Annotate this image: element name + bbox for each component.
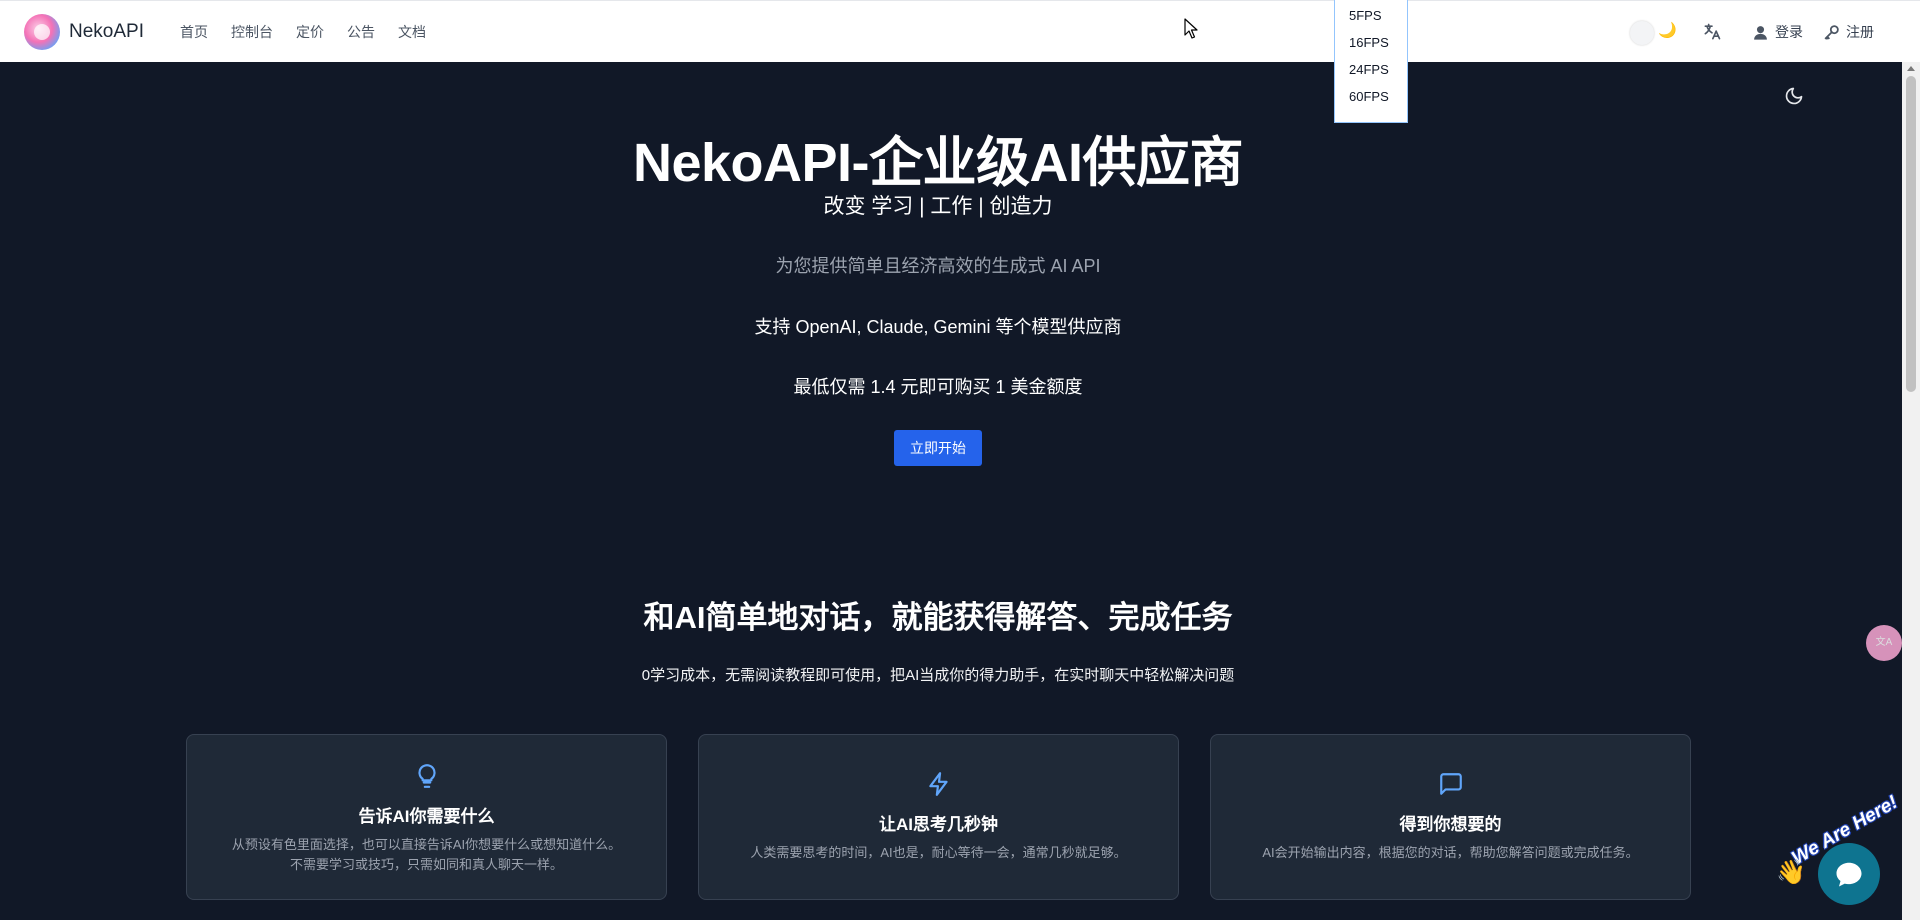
fps-option-16[interactable]: 16FPS bbox=[1335, 33, 1407, 60]
card-title: 得到你想要的 bbox=[1399, 815, 1502, 834]
lightning-icon bbox=[928, 772, 948, 796]
nav-link-docs[interactable]: 文档 bbox=[398, 22, 426, 42]
card-description-line: 不需要学习或技巧，只需如同和真人聊天一样。 bbox=[289, 857, 563, 872]
hero-title: NekoAPI-企业级AI供应商 bbox=[632, 133, 1244, 193]
nav-right: 🌙 登录 注册 bbox=[1630, 1, 1874, 63]
feature-card-think: 让AI思考几秒钟 人类需要思考的时间，AI也是，耐心等待一会，通常几秒就足够。 bbox=[698, 734, 1179, 900]
chat-icon bbox=[1836, 862, 1862, 887]
key-icon bbox=[1824, 24, 1839, 40]
moon-icon: 🌙 bbox=[1658, 22, 1677, 39]
login-button[interactable]: 登录 bbox=[1752, 22, 1803, 42]
nav-link-home[interactable]: 首页 bbox=[180, 22, 208, 42]
moon-theme-icon[interactable] bbox=[1784, 86, 1804, 106]
dark-mode-toggle[interactable]: 🌙 bbox=[1630, 21, 1677, 45]
hero-description: 为您提供简单且经济高效的生成式 AI API bbox=[775, 256, 1101, 276]
card-description: AI会开始输出内容，根据您的对话，帮助您解答问题或完成任务。 bbox=[1262, 845, 1639, 860]
card-title: 让AI思考几秒钟 bbox=[879, 815, 998, 834]
chat-bubble-icon bbox=[1439, 773, 1462, 795]
login-label: 登录 bbox=[1775, 24, 1803, 40]
hero-providers-text: 支持 OpenAI, Claude, Gemini 等个模型供应商 bbox=[754, 317, 1122, 337]
top-navbar: NekoAPI 首页 控制台 定价 公告 文档 🌙 登录 注册 bbox=[0, 0, 1920, 62]
page-scrollbar[interactable] bbox=[1902, 62, 1920, 920]
fps-option-60[interactable]: 60FPS bbox=[1335, 87, 1407, 114]
nav-link-announcements[interactable]: 公告 bbox=[347, 22, 375, 42]
feature-card-tell-ai: 告诉AI你需要什么 从预设有色里面选择，也可以直接告诉AI你想要什么或想知道什么… bbox=[186, 734, 667, 900]
register-label: 注册 bbox=[1846, 24, 1874, 40]
lightbulb-icon bbox=[417, 764, 436, 788]
card-description: 人类需要思考的时间，AI也是，耐心等待一会，通常几秒就足够。 bbox=[750, 845, 1127, 860]
section-title: 和AI简单地对话，就能获得解答、完成任务 bbox=[643, 600, 1233, 635]
fps-dropdown-menu: 5FPS 16FPS 24FPS 60FPS bbox=[1334, 0, 1408, 123]
card-title: 告诉AI你需要什么 bbox=[358, 807, 495, 826]
scrollbar-thumb[interactable] bbox=[1906, 76, 1916, 392]
nav-link-console[interactable]: 控制台 bbox=[231, 22, 273, 42]
translate-icon[interactable] bbox=[1702, 22, 1722, 42]
get-started-button[interactable]: 立即开始 bbox=[894, 430, 982, 466]
toggle-knob bbox=[1630, 21, 1654, 45]
chat-launcher-button[interactable] bbox=[1818, 843, 1880, 905]
waving-hand-icon: 👋 bbox=[1776, 859, 1806, 886]
fps-option-24[interactable]: 24FPS bbox=[1335, 60, 1407, 87]
hero-subtitle: 改变 学习 | 工作 | 创造力 bbox=[823, 195, 1053, 218]
card-description-line: 从预设有色里面选择，也可以直接告诉AI你想要什么或想知道什么。 bbox=[231, 837, 622, 852]
nav-links: 首页 控制台 定价 公告 文档 bbox=[180, 22, 449, 42]
mouse-cursor-icon bbox=[1184, 18, 1198, 39]
logo-icon bbox=[24, 13, 60, 50]
scroll-up-arrow-icon[interactable] bbox=[1907, 66, 1915, 71]
hero-price-text: 最低仅需 1.4 元即可购买 1 美金额度 bbox=[793, 377, 1083, 397]
register-button[interactable]: 注册 bbox=[1823, 22, 1874, 42]
user-icon bbox=[1754, 25, 1767, 40]
brand-name: NekoAPI bbox=[69, 20, 144, 42]
section-subtitle: 0学习成本，无需阅读教程即可使用，把AI当成你的得力助手，在实时聊天中轻松解决问… bbox=[641, 667, 1235, 684]
fps-option-5[interactable]: 5FPS bbox=[1335, 6, 1407, 33]
feature-card-result: 得到你想要的 AI会开始输出内容，根据您的对话，帮助您解答问题或完成任务。 bbox=[1210, 734, 1691, 900]
nav-link-pricing[interactable]: 定价 bbox=[296, 22, 324, 42]
card-description: 从预设有色里面选择，也可以直接告诉AI你想要什么或想知道什么。 不需要学习或技巧… bbox=[187, 835, 666, 875]
translate-float-icon[interactable]: 文A bbox=[1866, 625, 1902, 661]
brand[interactable]: NekoAPI bbox=[24, 13, 144, 50]
